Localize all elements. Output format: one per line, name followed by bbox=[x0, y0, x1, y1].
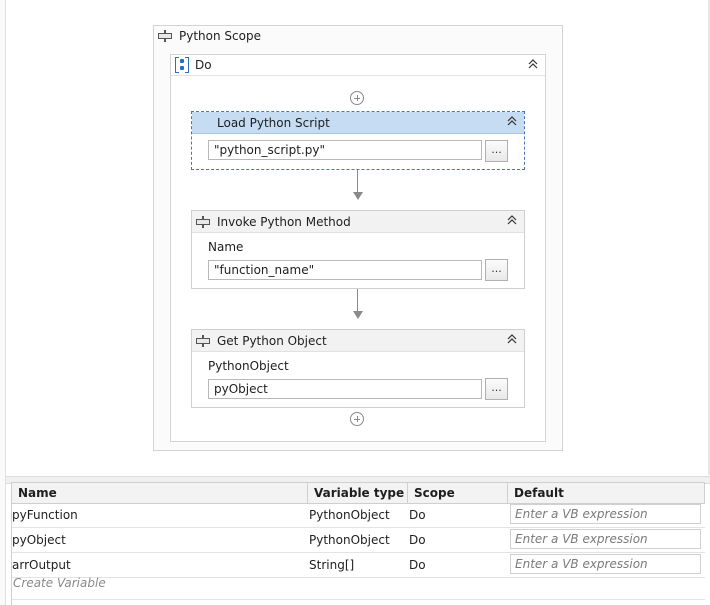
column-header-name[interactable]: Name bbox=[12, 483, 308, 503]
python-scope-activity[interactable]: Python Scope Do Load Python Script "pyth… bbox=[153, 25, 563, 451]
variables-panel: Name Variable type Scope Default pyFunct… bbox=[11, 482, 705, 605]
get-python-object-title: Get Python Object bbox=[217, 333, 327, 348]
table-row[interactable]: pyObject PythonObject Do Enter a VB expr… bbox=[12, 527, 705, 553]
python-object-input[interactable]: pyObject bbox=[208, 379, 482, 399]
method-name-browse-button[interactable]: ... bbox=[485, 259, 508, 281]
python-scope-title: Python Scope bbox=[179, 29, 261, 43]
python-object-label: PythonObject bbox=[208, 359, 289, 373]
connector-arrow-icon bbox=[353, 192, 363, 200]
variables-header-row: Name Variable type Scope Default bbox=[12, 482, 705, 504]
python-object-browse-button[interactable]: ... bbox=[485, 378, 508, 400]
invoke-method-icon bbox=[196, 215, 210, 228]
get-object-icon bbox=[196, 334, 210, 347]
variable-name-cell[interactable]: arrOutput bbox=[12, 552, 308, 577]
collapse-load-script-icon[interactable] bbox=[506, 115, 518, 127]
column-header-default[interactable]: Default bbox=[508, 483, 705, 503]
sequence-header[interactable]: Do bbox=[171, 55, 545, 76]
sequence-icon bbox=[175, 57, 189, 73]
variable-default-input[interactable]: Enter a VB expression bbox=[510, 554, 701, 574]
variable-default-input[interactable]: Enter a VB expression bbox=[510, 529, 701, 549]
connector-arrow-icon bbox=[353, 311, 363, 319]
variable-type-cell[interactable]: PythonObject bbox=[308, 502, 409, 527]
invoke-python-method-activity[interactable]: Invoke Python Method Name "function_name… bbox=[191, 210, 525, 289]
column-header-scope[interactable]: Scope bbox=[408, 483, 508, 503]
table-row[interactable]: arrOutput String[] Do Enter a VB express… bbox=[12, 552, 705, 578]
connector-line bbox=[357, 170, 358, 192]
script-path-browse-button[interactable]: ... bbox=[485, 140, 508, 162]
column-header-type[interactable]: Variable type bbox=[308, 483, 408, 503]
variable-name-cell[interactable]: pyObject bbox=[12, 527, 308, 552]
invoke-python-method-header[interactable]: Invoke Python Method bbox=[192, 211, 524, 233]
variable-scope-cell[interactable]: Do bbox=[408, 527, 509, 552]
method-name-input[interactable]: "function_name" bbox=[208, 260, 482, 280]
variable-type-cell[interactable]: PythonObject bbox=[308, 527, 409, 552]
variable-type-cell[interactable]: String[] bbox=[308, 552, 409, 577]
variable-name-cell[interactable]: pyFunction bbox=[12, 502, 308, 527]
python-scope-icon bbox=[158, 30, 172, 42]
sequence-do[interactable]: Do Load Python Script "python_script.py"… bbox=[170, 54, 546, 442]
connector-line bbox=[357, 289, 358, 311]
python-scope-header[interactable]: Python Scope bbox=[154, 26, 562, 46]
sequence-title: Do bbox=[195, 58, 212, 72]
collapse-sequence-icon[interactable] bbox=[527, 58, 539, 70]
get-python-object-activity[interactable]: Get Python Object PythonObject pyObject … bbox=[191, 329, 525, 408]
invoke-python-method-title: Invoke Python Method bbox=[217, 214, 351, 229]
designer-canvas[interactable]: Python Scope Do Load Python Script "pyth… bbox=[6, 0, 710, 475]
get-python-object-header[interactable]: Get Python Object bbox=[192, 330, 524, 352]
load-python-script-activity[interactable]: Load Python Script "python_script.py" ..… bbox=[191, 111, 525, 170]
variable-default-input[interactable]: Enter a VB expression bbox=[510, 504, 701, 524]
variable-scope-cell[interactable]: Do bbox=[408, 552, 509, 577]
script-path-input[interactable]: "python_script.py" bbox=[208, 140, 482, 160]
method-name-label: Name bbox=[208, 240, 244, 254]
divider bbox=[12, 599, 705, 600]
table-row[interactable]: pyFunction PythonObject Do Enter a VB ex… bbox=[12, 502, 705, 528]
load-python-script-title: Load Python Script bbox=[217, 115, 330, 130]
add-activity-bottom-icon[interactable] bbox=[350, 412, 364, 426]
load-python-script-header[interactable]: Load Python Script bbox=[192, 112, 524, 134]
collapse-get-object-icon[interactable] bbox=[506, 333, 518, 345]
add-activity-top-icon[interactable] bbox=[350, 91, 364, 105]
collapse-invoke-method-icon[interactable] bbox=[506, 214, 518, 226]
create-variable-link[interactable]: Create Variable bbox=[13, 576, 106, 590]
variable-scope-cell[interactable]: Do bbox=[408, 502, 509, 527]
